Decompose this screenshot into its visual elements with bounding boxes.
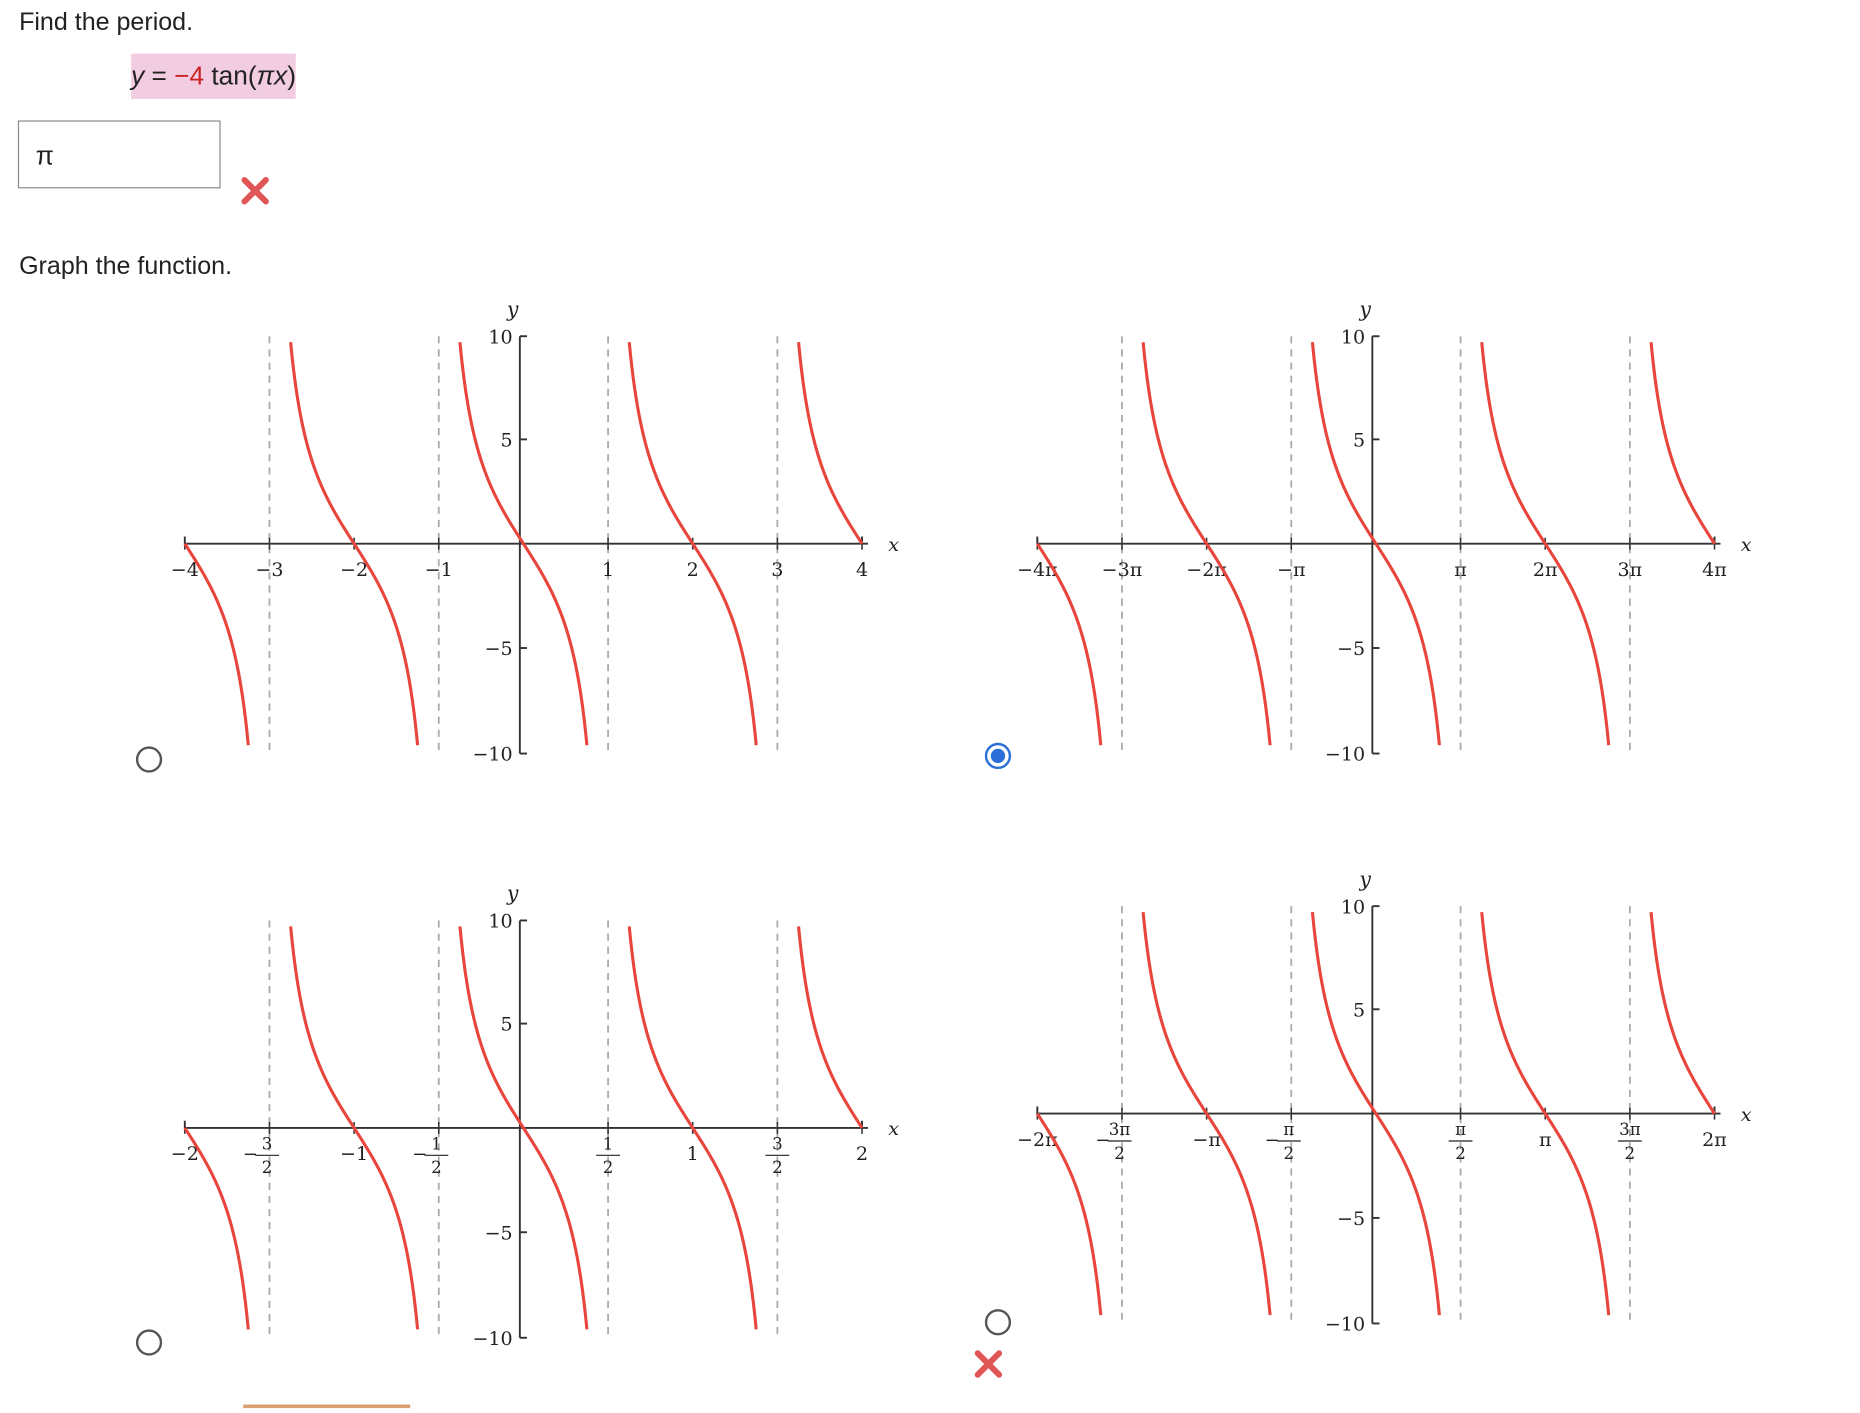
y-axis-label: y xyxy=(1358,867,1371,891)
x-tick-label: π xyxy=(1454,559,1467,581)
radio-option-a[interactable] xyxy=(135,746,163,773)
y-tick-label: −5 xyxy=(485,1222,513,1244)
x-tick-label-sign: − xyxy=(243,1144,258,1165)
y-tick-label: 10 xyxy=(1341,896,1365,918)
x-tick-label-denominator: 2 xyxy=(262,1158,273,1177)
x-tick-label: 1 xyxy=(687,1143,699,1165)
y-tick-label: 5 xyxy=(1353,430,1365,452)
x-tick-label-numerator: π xyxy=(1455,1120,1466,1139)
x-tick-label-denominator: 2 xyxy=(1284,1144,1295,1163)
y-axis-label: y xyxy=(506,297,519,321)
x-tick-label: −2 xyxy=(171,1143,199,1165)
x-tick-label-numerator: 3 xyxy=(262,1134,273,1153)
y-tick-label: −10 xyxy=(1325,744,1365,766)
x-tick-label: 4π xyxy=(1702,559,1727,581)
x-tick-label: −4π xyxy=(1017,559,1058,581)
x-tick-label: 3 xyxy=(771,559,783,581)
tan-curve-branch xyxy=(797,926,864,1129)
x-tick-label-denominator: 2 xyxy=(1114,1144,1125,1163)
y-tick-label: −10 xyxy=(472,1328,512,1350)
x-tick-label: 2 xyxy=(856,1143,868,1165)
y-tick-label: 5 xyxy=(501,430,513,452)
graph-option-a-plot: xy105−5−10−4 −3 −2 −1 1 2 3 4 xyxy=(171,297,900,766)
y-tick-label: −5 xyxy=(1337,1208,1365,1230)
y-tick-label: 10 xyxy=(1341,326,1365,348)
x-tick-label: 1 xyxy=(602,559,614,581)
incorrect-x-icon-graph xyxy=(974,1350,1003,1378)
y-tick-label: −5 xyxy=(1337,638,1365,660)
x-tick-label-sign: − xyxy=(412,1144,427,1165)
x-tick-label: −2 xyxy=(340,559,368,581)
tan-curve-branch xyxy=(1649,342,1716,545)
graph-option-c: x y 10 5 −5 −10 −2−3 2 −1−1 2 1 2 1 3 2 2 xyxy=(24,881,900,1407)
tan-curve-branch xyxy=(797,342,864,545)
x-tick-label: 4 xyxy=(856,559,868,581)
x-tick-label: −3 xyxy=(255,559,283,581)
x-tick-label: −1 xyxy=(340,1143,368,1165)
equation-function: tan( xyxy=(204,60,257,91)
x-tick-label-numerator: 3π xyxy=(1619,1120,1641,1139)
period-answer-value: π xyxy=(35,140,54,171)
equation: y = −4 tan(πx) xyxy=(131,53,297,99)
next-section-edge xyxy=(243,1404,411,1409)
incorrect-x-icon xyxy=(241,177,269,205)
y-tick-label: 10 xyxy=(488,326,512,348)
x-tick-label: −2π xyxy=(1186,559,1227,581)
x-tick-label: −1 xyxy=(425,559,453,581)
x-tick-label-denominator: 2 xyxy=(431,1158,442,1177)
question-prompt-graph: Graph the function. xyxy=(19,252,233,281)
y-tick-label: 5 xyxy=(501,1014,513,1036)
radio-option-d[interactable] xyxy=(984,1309,1012,1336)
x-tick-label-numerator: 1 xyxy=(603,1134,614,1153)
period-answer-input[interactable]: π xyxy=(17,120,221,189)
equation-close-paren: ) xyxy=(287,60,297,91)
x-tick-label: 2π xyxy=(1702,1129,1727,1151)
x-tick-label-numerator: π xyxy=(1283,1120,1294,1139)
y-tick-label: 5 xyxy=(1353,999,1365,1021)
x-tick-label: −π xyxy=(1277,559,1306,581)
x-tick-label: 3π xyxy=(1618,559,1643,581)
x-tick-label-denominator: 2 xyxy=(603,1158,614,1177)
y-axis-label: y xyxy=(506,881,519,905)
x-tick-label: 2 xyxy=(687,559,699,581)
y-tick-label: −5 xyxy=(485,638,513,660)
x-tick-label: −4 xyxy=(171,559,199,581)
y-tick-label: −10 xyxy=(1325,1314,1365,1336)
equation-equals: = xyxy=(144,60,175,91)
y-tick-label: −10 xyxy=(472,744,512,766)
x-tick-label: −2π xyxy=(1017,1129,1058,1151)
question-panel: Find the period. y = −4 tan(πx) π Graph … xyxy=(0,0,1860,1410)
equation-coefficient: −4 xyxy=(174,60,205,91)
x-tick-label-sign: − xyxy=(1265,1130,1280,1151)
equation-y: y xyxy=(131,60,145,91)
x-tick-label-numerator: 3π xyxy=(1109,1120,1131,1139)
x-tick-label-denominator: 2 xyxy=(1625,1144,1636,1163)
x-tick-label-numerator: 3 xyxy=(772,1134,783,1153)
x-tick-label-denominator: 2 xyxy=(772,1158,783,1177)
tan-curve-branch xyxy=(1649,911,1716,1115)
x-axis-label: x xyxy=(1741,1104,1752,1126)
x-tick-label-denominator: 2 xyxy=(1455,1144,1466,1163)
graph-option-a: x y 10 5 −5 −10 −4 −3 −2 −1 1 2 3 4 xyxy=(24,297,900,823)
x-tick-label-numerator: 1 xyxy=(431,1134,442,1153)
x-tick-label: −3π xyxy=(1102,559,1143,581)
y-axis-label: y xyxy=(1358,297,1371,321)
x-axis-label: x xyxy=(1741,534,1752,556)
radio-option-c[interactable] xyxy=(135,1329,163,1356)
radio-option-b[interactable] xyxy=(984,742,1012,770)
question-prompt-period: Find the period. xyxy=(19,8,194,36)
x-tick-label: 2π xyxy=(1533,559,1558,581)
equation-argument: πx xyxy=(256,60,288,91)
y-tick-label: 10 xyxy=(488,911,512,933)
x-tick-label: π xyxy=(1539,1129,1552,1151)
graph-option-c-plot: xy105−5−10−2 −32−1 −12121 322 xyxy=(171,881,900,1350)
